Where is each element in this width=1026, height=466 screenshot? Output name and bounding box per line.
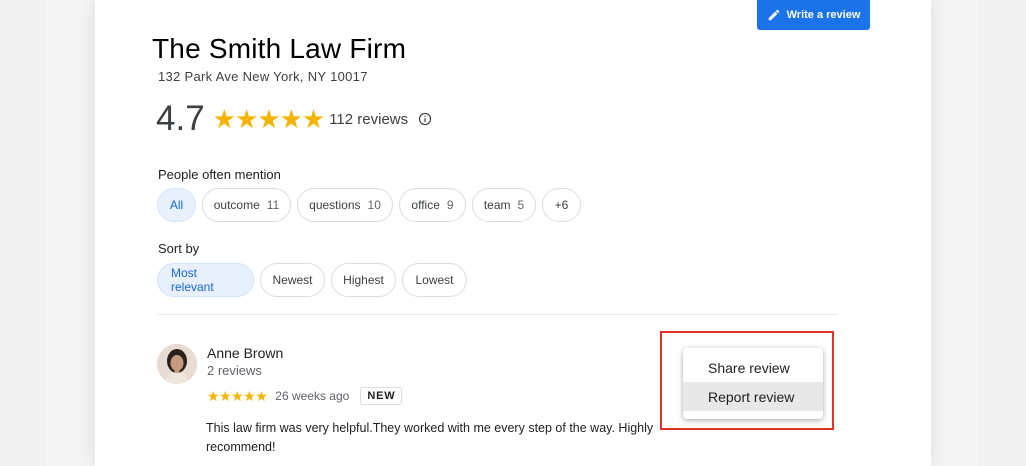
chip-count: 9 [446, 198, 454, 212]
sort-option-label: Highest [343, 273, 384, 287]
sort-option-label: Newest [272, 273, 313, 287]
chip-count: 10 [367, 198, 381, 212]
info-icon[interactable] [418, 112, 432, 126]
chip-label: All [169, 198, 184, 212]
sort-lowest[interactable]: Lowest [402, 263, 467, 297]
write-review-label: Write a review [786, 9, 861, 21]
reviewer-review-count: 2 reviews [207, 363, 262, 378]
sort-options: Most relevant Newest Highest Lowest [157, 263, 467, 297]
chip-label: +6 [554, 198, 569, 212]
chip-count: 5 [517, 198, 525, 212]
sort-option-label: Lowest [415, 273, 454, 287]
mention-chip-outcome[interactable]: outcome 11 [202, 188, 291, 222]
rating-stars: ★★★★★ [212, 103, 326, 134]
divider [157, 314, 838, 315]
menu-item-share-review[interactable]: Share review [683, 353, 823, 382]
review-meta: ★★★★★ 26 weeks ago NEW [207, 387, 403, 405]
avatar-image [157, 344, 197, 384]
business-name: The Smith Law Firm [152, 33, 407, 64]
mentions-label: People often mention [158, 167, 281, 182]
sort-most-relevant[interactable]: Most relevant [157, 263, 254, 297]
avatar[interactable] [157, 344, 197, 384]
sort-option-label: Most relevant [171, 266, 214, 294]
business-address: 132 Park Ave New York, NY 10017 [158, 69, 368, 84]
rating-value: 4.7 [156, 99, 205, 138]
mention-chip-office[interactable]: office 9 [399, 188, 466, 222]
mentions-chips: All outcome 11 questions 10 office 9 tea… [157, 188, 581, 222]
new-badge: NEW [360, 387, 403, 405]
reviewer-name[interactable]: Anne Brown [207, 345, 283, 361]
chip-label: office [411, 198, 440, 212]
review-actions-menu: Share review Report review [683, 348, 823, 419]
mention-chip-more[interactable]: +6 [542, 188, 581, 222]
sort-label: Sort by [158, 241, 200, 256]
mention-chip-questions[interactable]: questions 10 [297, 188, 393, 222]
review-text: This law firm was very helpful.They work… [206, 421, 654, 454]
review-stars: ★★★★★ [207, 387, 268, 404]
chip-label: outcome [213, 198, 260, 212]
sort-highest[interactable]: Highest [331, 263, 396, 297]
rating-summary: 4.7 ★★★★★ 112 reviews [156, 99, 432, 139]
chip-label: team [483, 198, 511, 212]
review-count: 112 reviews [329, 110, 409, 128]
sort-newest[interactable]: Newest [260, 263, 325, 297]
chip-label: questions [309, 198, 361, 212]
chip-count: 11 [266, 198, 280, 212]
mention-chip-all[interactable]: All [157, 188, 196, 222]
menu-item-report-review[interactable]: Report review [683, 382, 823, 411]
review-time: 26 weeks ago [275, 389, 350, 403]
pencil-icon [768, 9, 779, 21]
write-review-button[interactable]: Write a review [757, 0, 870, 30]
mention-chip-team[interactable]: team 5 [472, 188, 536, 222]
